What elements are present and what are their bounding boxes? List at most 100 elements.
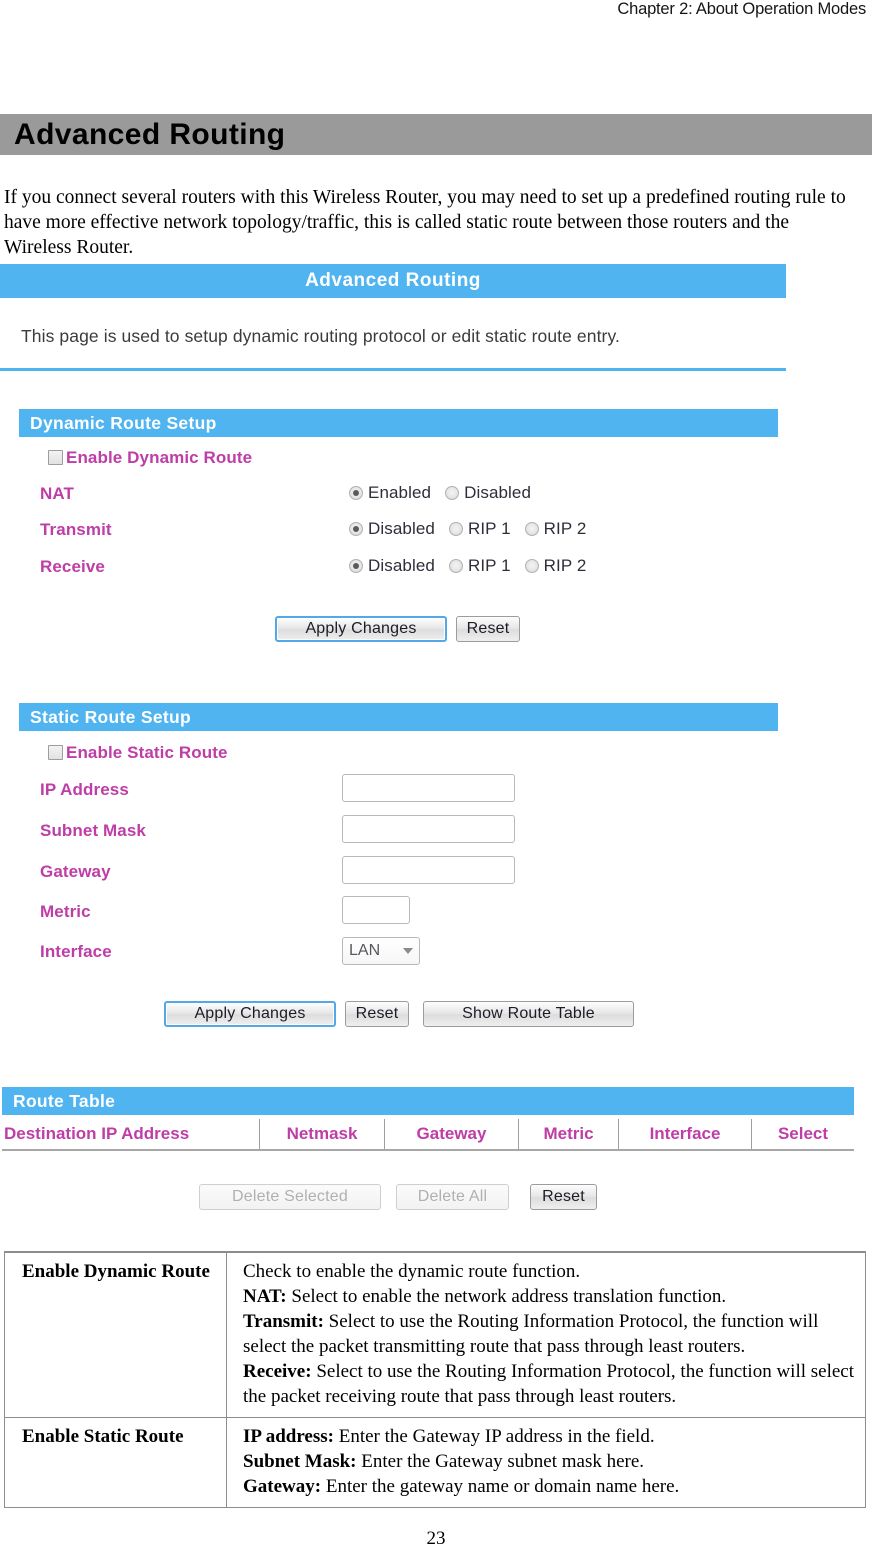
nat-option-enabled-label: Enabled: [368, 483, 432, 502]
table-row: Enable Static Route IP address: Enter th…: [4, 1417, 866, 1508]
ip-address-label: IP Address: [40, 780, 129, 799]
enable-dynamic-route-checkbox[interactable]: [48, 450, 63, 465]
desc-line-term: IP address:: [243, 1426, 334, 1447]
transmit-option-rip2[interactable]: RIP 2: [524, 519, 587, 539]
transmit-option-rip1[interactable]: RIP 1: [448, 519, 511, 539]
route-table-col-interface: Interface: [619, 1119, 752, 1149]
desc-line-term: NAT:: [243, 1286, 287, 1307]
gateway-input[interactable]: [342, 856, 515, 884]
receive-option-disabled[interactable]: Disabled: [349, 556, 435, 576]
enable-static-route-label: Enable Static Route: [66, 743, 228, 762]
ui-divider-rule: [0, 368, 786, 371]
radio-unselected-icon: [448, 522, 463, 536]
receive-option-rip2-label: RIP 2: [543, 556, 587, 575]
running-head: Chapter 2: About Operation Modes: [617, 0, 866, 18]
ip-address-input[interactable]: [342, 774, 515, 802]
field-description-table: Enable Dynamic Route Check to enable the…: [4, 1251, 866, 1508]
radio-unselected-icon: [445, 486, 460, 500]
route-table-panel-header: Route Table: [2, 1087, 854, 1115]
transmit-option-rip2-label: RIP 2: [543, 519, 587, 538]
term-enable-dynamic-route: Enable Dynamic Route: [4, 1251, 227, 1418]
receive-radio-group[interactable]: Disabled RIP 1 RIP 2: [349, 556, 600, 576]
nat-option-disabled-label: Disabled: [464, 483, 532, 502]
page-number: 23: [426, 1528, 446, 1549]
router-web-ui-screenshot: Advanced Routing This page is used to se…: [0, 264, 872, 1224]
desc-line-text: Enter the Gateway IP address in the fiel…: [333, 1426, 655, 1447]
receive-option-rip1[interactable]: RIP 1: [448, 556, 511, 576]
receive-label: Receive: [40, 557, 105, 576]
radio-selected-icon: [349, 559, 363, 573]
transmit-label: Transmit: [40, 520, 112, 539]
nat-radio-group[interactable]: Enabled Disabled: [349, 483, 545, 503]
desc-line-text: Select to enable the network address tra…: [286, 1286, 727, 1307]
receive-option-rip2[interactable]: RIP 2: [524, 556, 587, 576]
desc-line-text: Select to use the Routing Information Pr…: [243, 1361, 855, 1407]
transmit-radio-group[interactable]: Disabled RIP 1 RIP 2: [349, 519, 600, 539]
desc-line-text: Enter the Gateway subnet mask here.: [356, 1451, 645, 1472]
desc-line-term: Transmit:: [243, 1311, 324, 1332]
table-row: Enable Dynamic Route Check to enable the…: [4, 1251, 866, 1418]
enable-dynamic-route-label: Enable Dynamic Route: [66, 448, 253, 467]
chevron-down-icon: [403, 948, 413, 954]
term-enable-static-route: Enable Static Route: [4, 1417, 227, 1508]
route-table-col-select: Select: [777, 1124, 829, 1143]
nat-option-disabled[interactable]: Disabled: [445, 483, 531, 503]
radio-selected-icon: [349, 486, 363, 500]
desc-line: Transmit: Select to use the Routing Info…: [243, 1309, 857, 1359]
desc-line: IP address: Enter the Gateway IP address…: [243, 1424, 857, 1449]
receive-option-rip1-label: RIP 1: [467, 556, 511, 575]
interface-select[interactable]: LAN: [342, 937, 420, 965]
desc-line-text: Enter the gateway name or domain name he…: [321, 1476, 680, 1497]
route-table-col-gateway: Gateway: [385, 1119, 519, 1149]
metric-label: Metric: [40, 902, 91, 921]
metric-input[interactable]: [342, 896, 410, 924]
ui-page-title: Advanced Routing: [0, 264, 786, 298]
desc-line-text: Check to enable the dynamic route functi…: [243, 1261, 581, 1282]
desc-line-term: Gateway:: [243, 1476, 322, 1497]
radio-unselected-icon: [524, 559, 539, 573]
route-table-col-destination-ip: Destination IP Address: [2, 1119, 260, 1149]
interface-label: Interface: [40, 942, 112, 961]
delete-all-button[interactable]: Delete All: [396, 1184, 509, 1210]
ui-page-description: This page is used to setup dynamic routi…: [21, 326, 620, 346]
nat-label: NAT: [40, 484, 74, 503]
route-table-reset-button[interactable]: Reset: [530, 1184, 597, 1210]
desc-line: NAT: Select to enable the network addres…: [243, 1284, 857, 1309]
gateway-label: Gateway: [40, 862, 111, 881]
subnet-mask-label: Subnet Mask: [40, 821, 146, 840]
section-title-bar: Advanced Routing: [0, 114, 872, 155]
radio-unselected-icon: [448, 559, 463, 573]
transmit-option-disabled-label: Disabled: [368, 519, 435, 538]
description-enable-static-route: IP address: Enter the Gateway IP address…: [226, 1417, 866, 1508]
enable-static-route-checkbox[interactable]: [48, 745, 63, 760]
subnet-mask-input[interactable]: [342, 815, 515, 843]
desc-line: Check to enable the dynamic route functi…: [243, 1259, 857, 1284]
dynamic-route-panel-header: Dynamic Route Setup: [19, 409, 778, 437]
desc-line-term: Receive:: [243, 1361, 312, 1382]
dynamic-route-apply-changes-button[interactable]: Apply Changes: [275, 616, 447, 642]
desc-line: Subnet Mask: Enter the Gateway subnet ma…: [243, 1449, 857, 1474]
desc-line-term: Subnet Mask:: [243, 1451, 357, 1472]
route-table-col-metric: Metric: [519, 1119, 619, 1149]
interface-select-value: LAN: [349, 942, 381, 959]
page-title: Advanced Routing: [14, 118, 286, 151]
desc-line: Gateway: Enter the gateway name or domai…: [243, 1474, 857, 1499]
radio-unselected-icon: [524, 522, 539, 536]
dynamic-route-reset-button[interactable]: Reset: [456, 616, 520, 642]
desc-line: Receive: Select to use the Routing Infor…: [243, 1359, 857, 1409]
route-table-col-netmask: Netmask: [260, 1119, 385, 1149]
static-route-apply-changes-button[interactable]: Apply Changes: [164, 1001, 336, 1027]
nat-option-enabled[interactable]: Enabled: [349, 483, 431, 503]
receive-option-disabled-label: Disabled: [368, 556, 435, 575]
transmit-option-rip1-label: RIP 1: [467, 519, 511, 538]
show-route-table-button[interactable]: Show Route Table: [423, 1001, 634, 1027]
radio-selected-icon: [349, 522, 363, 536]
transmit-option-disabled[interactable]: Disabled: [349, 519, 435, 539]
route-table-header-row: Destination IP Address Netmask Gateway M…: [2, 1119, 854, 1151]
desc-line-text: Select to use the Routing Information Pr…: [243, 1311, 819, 1357]
intro-paragraph: If you connect several routers with this…: [4, 187, 846, 258]
static-route-reset-button[interactable]: Reset: [345, 1001, 409, 1027]
static-route-panel-header: Static Route Setup: [19, 703, 778, 731]
description-enable-dynamic-route: Check to enable the dynamic route functi…: [226, 1251, 866, 1418]
delete-selected-button[interactable]: Delete Selected: [199, 1184, 381, 1210]
